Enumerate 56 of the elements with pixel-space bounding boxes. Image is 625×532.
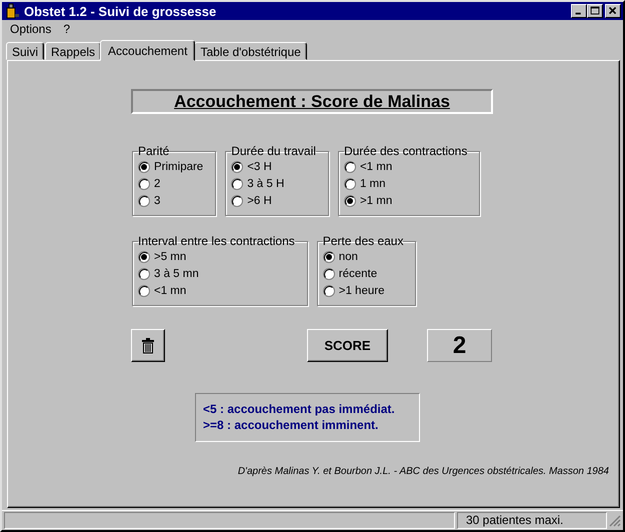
- radio-button[interactable]: [344, 160, 356, 172]
- option-label: 3 à 5 mn: [154, 268, 199, 280]
- option-label: <1 mn: [154, 284, 186, 296]
- option-label: 3: [154, 194, 160, 206]
- option-label: >6 H: [247, 194, 272, 206]
- group-title: Durée du travail: [231, 144, 316, 158]
- radio-button[interactable]: [322, 284, 335, 296]
- tab[interactable]: Suivi: [6, 42, 44, 60]
- option-label: <1 mn: [360, 160, 392, 172]
- radio-button[interactable]: [322, 268, 335, 280]
- radio-button[interactable]: [344, 194, 356, 206]
- option-label: récente: [338, 268, 378, 280]
- tab[interactable]: Rappels: [45, 42, 102, 60]
- bottle-icon: [4, 3, 20, 19]
- option-label: <3 H: [247, 160, 272, 172]
- radio-button[interactable]: [231, 194, 244, 206]
- radio-button[interactable]: [322, 250, 335, 262]
- radio-button[interactable]: [138, 250, 150, 262]
- radio-button[interactable]: [344, 178, 356, 190]
- window-title: Obstet 1.2 - Suivi de grossesse: [24, 4, 218, 18]
- group-title: Parité: [138, 144, 170, 158]
- menu-item[interactable]: ?: [63, 22, 70, 36]
- minimize-icon[interactable]: [571, 4, 587, 18]
- legend-text: <5 : accouchement pas immédiat.: [203, 401, 396, 417]
- option-label: 3 à 5 H: [247, 178, 284, 190]
- resize-grip-icon[interactable]: [609, 514, 621, 526]
- radio-button[interactable]: [138, 268, 150, 280]
- tab[interactable]: Table d'obstétrique: [194, 42, 307, 60]
- radio-button[interactable]: [138, 194, 150, 206]
- option-label: >1 mn: [360, 194, 392, 206]
- radio-button[interactable]: [138, 284, 150, 296]
- group-title: Interval entre les contractions: [138, 234, 295, 248]
- group-title: Durée des contractions: [344, 144, 468, 158]
- option-label: Primipare: [154, 160, 204, 172]
- delete-button[interactable]: [131, 329, 165, 362]
- tab[interactable]: Accouchement: [100, 40, 196, 61]
- maximize-icon[interactable]: [587, 4, 603, 18]
- radio-button[interactable]: [138, 160, 150, 172]
- score-value: 2: [427, 329, 492, 362]
- status-text: 30 patientes maxi.: [457, 512, 607, 529]
- radio-button[interactable]: [231, 178, 244, 190]
- trash-icon: [142, 338, 154, 354]
- page-heading: Accouchement : Score de Malinas: [131, 89, 493, 114]
- menu-item[interactable]: Options: [10, 22, 52, 36]
- option-label: >5 mn: [154, 250, 186, 262]
- group-title: Perte des eaux: [322, 234, 404, 248]
- option-label: 2: [154, 178, 160, 190]
- radio-button[interactable]: [231, 160, 244, 172]
- close-icon[interactable]: [605, 4, 621, 18]
- option-label: 1 mn: [360, 178, 386, 190]
- reference-text: D'après Malinas Y. et Bourbon J.L. - ABC des Urgences obstétricales. Masson 1984: [238, 466, 609, 477]
- radio-button[interactable]: [138, 178, 150, 190]
- legend-text: >=8 : accouchement imminent.: [203, 417, 380, 433]
- score-button[interactable]: SCORE: [307, 329, 388, 362]
- option-label: >1 heure: [338, 284, 384, 296]
- option-label: non: [338, 250, 358, 262]
